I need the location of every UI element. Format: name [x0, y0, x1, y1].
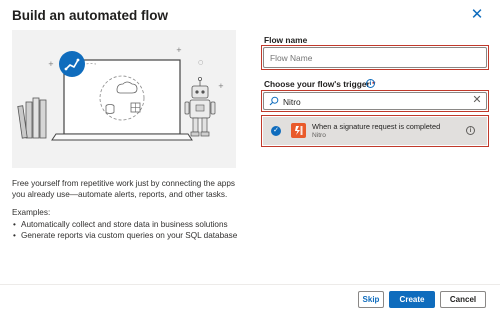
- build-flow-dialog: Build an automated flow ✕ + + + ○ Free y…: [0, 0, 500, 316]
- cancel-button[interactable]: Cancel: [440, 291, 486, 308]
- flow-name-highlight: [261, 45, 489, 70]
- description-text: Free yourself from repetitive work just …: [12, 179, 235, 199]
- example-item: Automatically collect and store data in …: [12, 219, 244, 230]
- info-icon[interactable]: i: [366, 79, 375, 88]
- trigger-label: Choose your flow's trigger *: [264, 79, 376, 89]
- svg-text:+: +: [176, 46, 182, 54]
- illustration: + + + ○: [12, 30, 236, 168]
- svg-text:+: +: [48, 60, 54, 68]
- example-item: Generate reports via custom queries on y…: [12, 230, 244, 241]
- skip-button[interactable]: Skip: [358, 291, 384, 308]
- footer-divider: [0, 284, 500, 285]
- dialog-title: Build an automated flow: [12, 8, 169, 23]
- trigger-search-highlight: [261, 90, 489, 112]
- close-icon[interactable]: ✕: [470, 7, 484, 22]
- examples-heading: Examples:: [12, 208, 51, 217]
- laptop-illustration: + + + ○: [17, 46, 224, 141]
- create-button[interactable]: Create: [389, 291, 435, 308]
- flow-name-label: Flow name: [264, 35, 308, 45]
- trigger-option-highlight: [261, 115, 489, 147]
- examples-list: Automatically collect and store data in …: [12, 219, 244, 241]
- svg-text:+: +: [218, 82, 224, 90]
- svg-text:○: ○: [198, 59, 203, 66]
